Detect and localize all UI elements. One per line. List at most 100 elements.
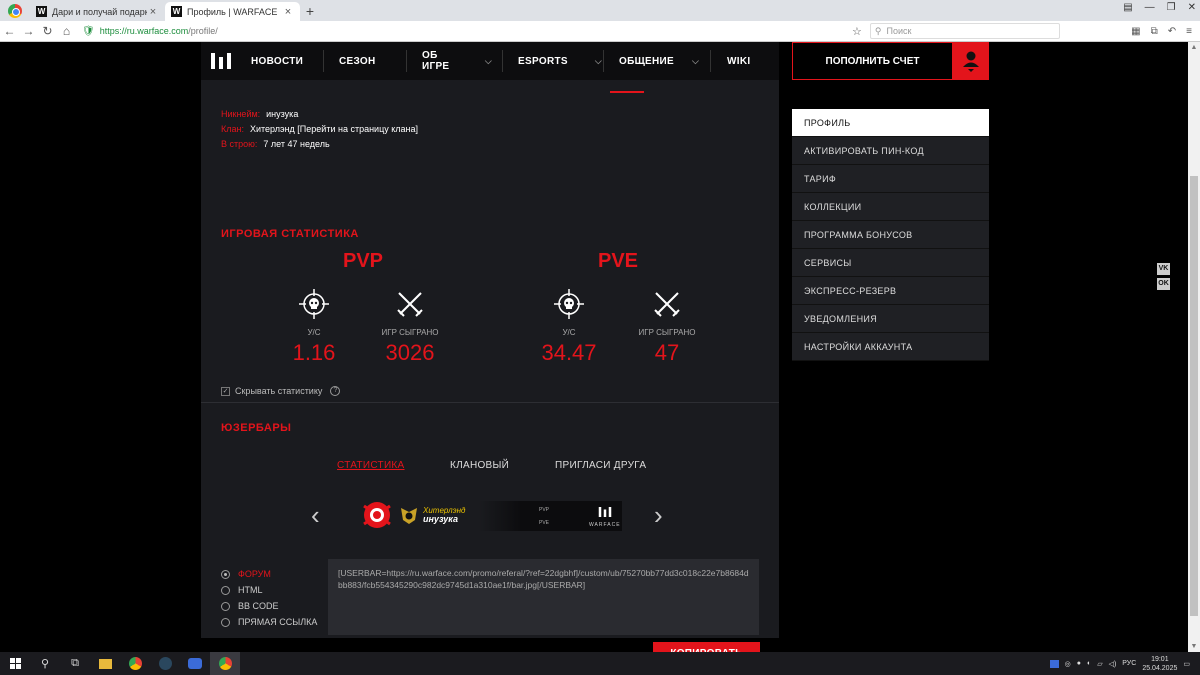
clan-link[interactable]: Хитерлэнд [Перейти на страницу клана] xyxy=(250,124,418,134)
notifications-icon[interactable]: ▭ xyxy=(1183,660,1190,668)
sidemenu-item-account-settings[interactable]: НАСТРОЙКИ АККАУНТА xyxy=(792,333,989,361)
reload-icon[interactable]: ↻ xyxy=(38,24,57,38)
format-bbcode-radio[interactable]: BB CODE xyxy=(221,598,317,614)
hide-stats-label: Скрывать статистику xyxy=(235,386,323,396)
userbar-brand: WARFACE xyxy=(589,522,621,528)
page-scrollbar[interactable]: ▲ ▼ xyxy=(1188,42,1200,652)
scroll-up-icon[interactable]: ▲ xyxy=(1188,44,1200,51)
tab-statistics[interactable]: СТАТИСТИКА xyxy=(337,460,405,471)
shield-icon: 🛡 xyxy=(82,25,95,37)
sidemenu-item-collections[interactable]: КОЛЛЕКЦИИ xyxy=(792,193,989,221)
back-icon[interactable]: ← xyxy=(0,24,19,38)
sidemenu-item-activate-pin[interactable]: АКТИВИРОВАТЬ ПИН-КОД xyxy=(792,137,989,165)
sidemenu-item-profile[interactable]: ПРОФИЛЬ xyxy=(792,109,989,137)
bookmark-star-icon[interactable]: ☆ xyxy=(852,25,862,38)
network-icon[interactable]: ▱ xyxy=(1097,660,1102,668)
scrollbar-thumb[interactable] xyxy=(1190,176,1198,616)
format-direct-link-radio[interactable]: ПРЯМАЯ ССЫЛКА xyxy=(221,614,317,630)
sidemenu-item-tariff[interactable]: ТАРИФ xyxy=(792,165,989,193)
vk-icon[interactable]: VK xyxy=(1157,263,1170,275)
user-icon xyxy=(963,51,979,72)
carousel-next-icon[interactable]: › xyxy=(654,500,663,531)
copy-button[interactable]: КОПИРОВАТЬ xyxy=(653,642,760,652)
file-explorer-icon[interactable] xyxy=(90,652,120,675)
restore-icon[interactable]: ❐ xyxy=(1167,2,1176,13)
nav-wiki[interactable]: WIKI xyxy=(711,42,760,80)
nav-community[interactable]: ОБЩЕНИЕ ⌵ xyxy=(604,42,710,80)
nav-label: СЕЗОН xyxy=(339,55,376,67)
radio-icon xyxy=(221,569,230,579)
scroll-down-icon[interactable]: ▼ xyxy=(1188,643,1200,650)
radio-icon xyxy=(221,585,230,595)
nav-esports[interactable]: ESPORTS ⌵ xyxy=(503,42,603,80)
language-indicator[interactable]: РУС xyxy=(1122,660,1136,667)
grid-icon[interactable]: ▦ xyxy=(1131,26,1140,37)
pvp-kd-value: 1.16 xyxy=(292,340,336,365)
sidebar-toggle-icon[interactable]: ▤ xyxy=(1123,2,1132,13)
carousel-prev-icon[interactable]: ‹ xyxy=(311,500,320,531)
chrome-icon[interactable] xyxy=(120,652,150,675)
close-window-icon[interactable]: ✕ xyxy=(1188,2,1196,13)
task-view-icon[interactable]: ⧉ xyxy=(60,652,90,675)
ok-icon[interactable]: OK xyxy=(1157,278,1170,290)
format-html-radio[interactable]: HTML xyxy=(221,582,317,598)
steam-icon[interactable] xyxy=(150,652,180,675)
browser-tab-gifts[interactable]: W Дари и получай подарки к 1 × xyxy=(30,2,165,21)
search-placeholder: Поиск xyxy=(886,26,912,36)
hide-stats-toggle[interactable]: ✓ Скрывать статистику ? xyxy=(221,386,341,396)
site-nav: НОВОСТИ СЕЗОН ОБ ИГРЕ ⌵ ESPORTS ⌵ ОБЩЕНИЕ ⌵… xyxy=(201,42,779,80)
nav-label: НОВОСТИ xyxy=(251,55,304,67)
checkbox-icon[interactable]: ✓ xyxy=(221,386,230,396)
help-icon[interactable]: ? xyxy=(330,386,341,396)
search-input[interactable]: ⚲ Поиск xyxy=(869,23,1060,39)
chevron-down-icon: ⌵ xyxy=(594,55,603,66)
userbar-code-textarea[interactable]: [USERBAR=https://ru.warface.com/promo/re… xyxy=(328,559,759,635)
nav-news[interactable]: НОВОСТИ xyxy=(241,42,323,80)
url-field[interactable]: 🛡 https://ru.warface.com/profile/ xyxy=(82,23,840,40)
tray-app-icon[interactable] xyxy=(1049,659,1059,668)
extensions-icon[interactable]: ⧉ xyxy=(1151,26,1158,37)
browser-taskbar-icon[interactable] xyxy=(210,652,240,675)
forward-icon[interactable]: → xyxy=(19,24,38,38)
sidemenu-item-services[interactable]: СЕРВИСЫ xyxy=(792,249,989,277)
profile-panel: Никнейм: инузука Клан: Хитерлэнд [Перейти … xyxy=(201,80,779,652)
discord-icon[interactable] xyxy=(180,652,210,675)
browser-logo-icon[interactable] xyxy=(8,4,22,18)
warface-logo[interactable] xyxy=(201,42,241,80)
tray-app-icon[interactable]: ◐ xyxy=(1087,660,1091,667)
nav-about[interactable]: ОБ ИГРЕ ⌵ xyxy=(407,42,502,80)
tray-app-icon[interactable]: ● xyxy=(1077,660,1081,667)
search-icon[interactable]: ⚲ xyxy=(30,652,60,675)
pvp-title: PVP xyxy=(342,250,384,272)
user-menu-button[interactable] xyxy=(953,42,989,80)
format-forum-radio[interactable]: ФОРУМ xyxy=(221,566,317,582)
rank-badge-icon xyxy=(401,508,417,524)
home-icon[interactable]: ⌂ xyxy=(57,24,76,38)
windows-start-icon[interactable] xyxy=(0,652,30,675)
clock[interactable]: 19:01 25.04.2025 xyxy=(1142,655,1177,673)
system-tray: ◎ ● ◐ ▱ ◁) РУС 19:01 25.04.2025 ▭ xyxy=(1049,655,1200,673)
minimize-icon[interactable]: — xyxy=(1145,2,1155,13)
tab-close-icon[interactable]: × xyxy=(147,6,159,18)
browser-tab-profile[interactable]: W Профиль | WARFACE × xyxy=(165,2,300,21)
tab-invite-friend[interactable]: ПРИГЛАСИ ДРУГА xyxy=(555,460,646,471)
topup-button[interactable]: ПОПОЛНИТЬ СЧЕТ xyxy=(792,42,953,80)
new-tab-button[interactable]: + xyxy=(300,2,320,21)
crossed-swords-icon xyxy=(654,292,680,317)
nickname-value: инузука xyxy=(266,109,299,119)
sidemenu-item-notifications[interactable]: УВЕДОМЛЕНИЯ xyxy=(792,305,989,333)
tab-clan[interactable]: КЛАНОВЫЙ xyxy=(450,460,509,471)
userbar-preview-clan[interactable]: Хитерлэнд инузука xyxy=(360,498,470,532)
radio-label: HTML xyxy=(238,585,263,595)
userbar-preview-stats[interactable]: PVP PVE WARFACE xyxy=(479,501,622,531)
sidemenu-item-express-reserve[interactable]: ЭКСПРЕСС-РЕЗЕРВ xyxy=(792,277,989,305)
nav-label: ОБЩЕНИЕ xyxy=(619,55,675,67)
nav-season[interactable]: СЕЗОН xyxy=(324,42,406,80)
nickname-label: Никнейм: xyxy=(221,109,261,119)
tab-close-icon[interactable]: × xyxy=(282,6,294,18)
steam-tray-icon[interactable]: ◎ xyxy=(1065,660,1071,668)
undo-icon[interactable]: ↶ xyxy=(1168,26,1176,37)
menu-icon[interactable]: ≡ xyxy=(1186,26,1192,37)
sidemenu-item-bonus-program[interactable]: ПРОГРАММА БОНУСОВ xyxy=(792,221,989,249)
volume-icon[interactable]: ◁) xyxy=(1109,660,1117,668)
